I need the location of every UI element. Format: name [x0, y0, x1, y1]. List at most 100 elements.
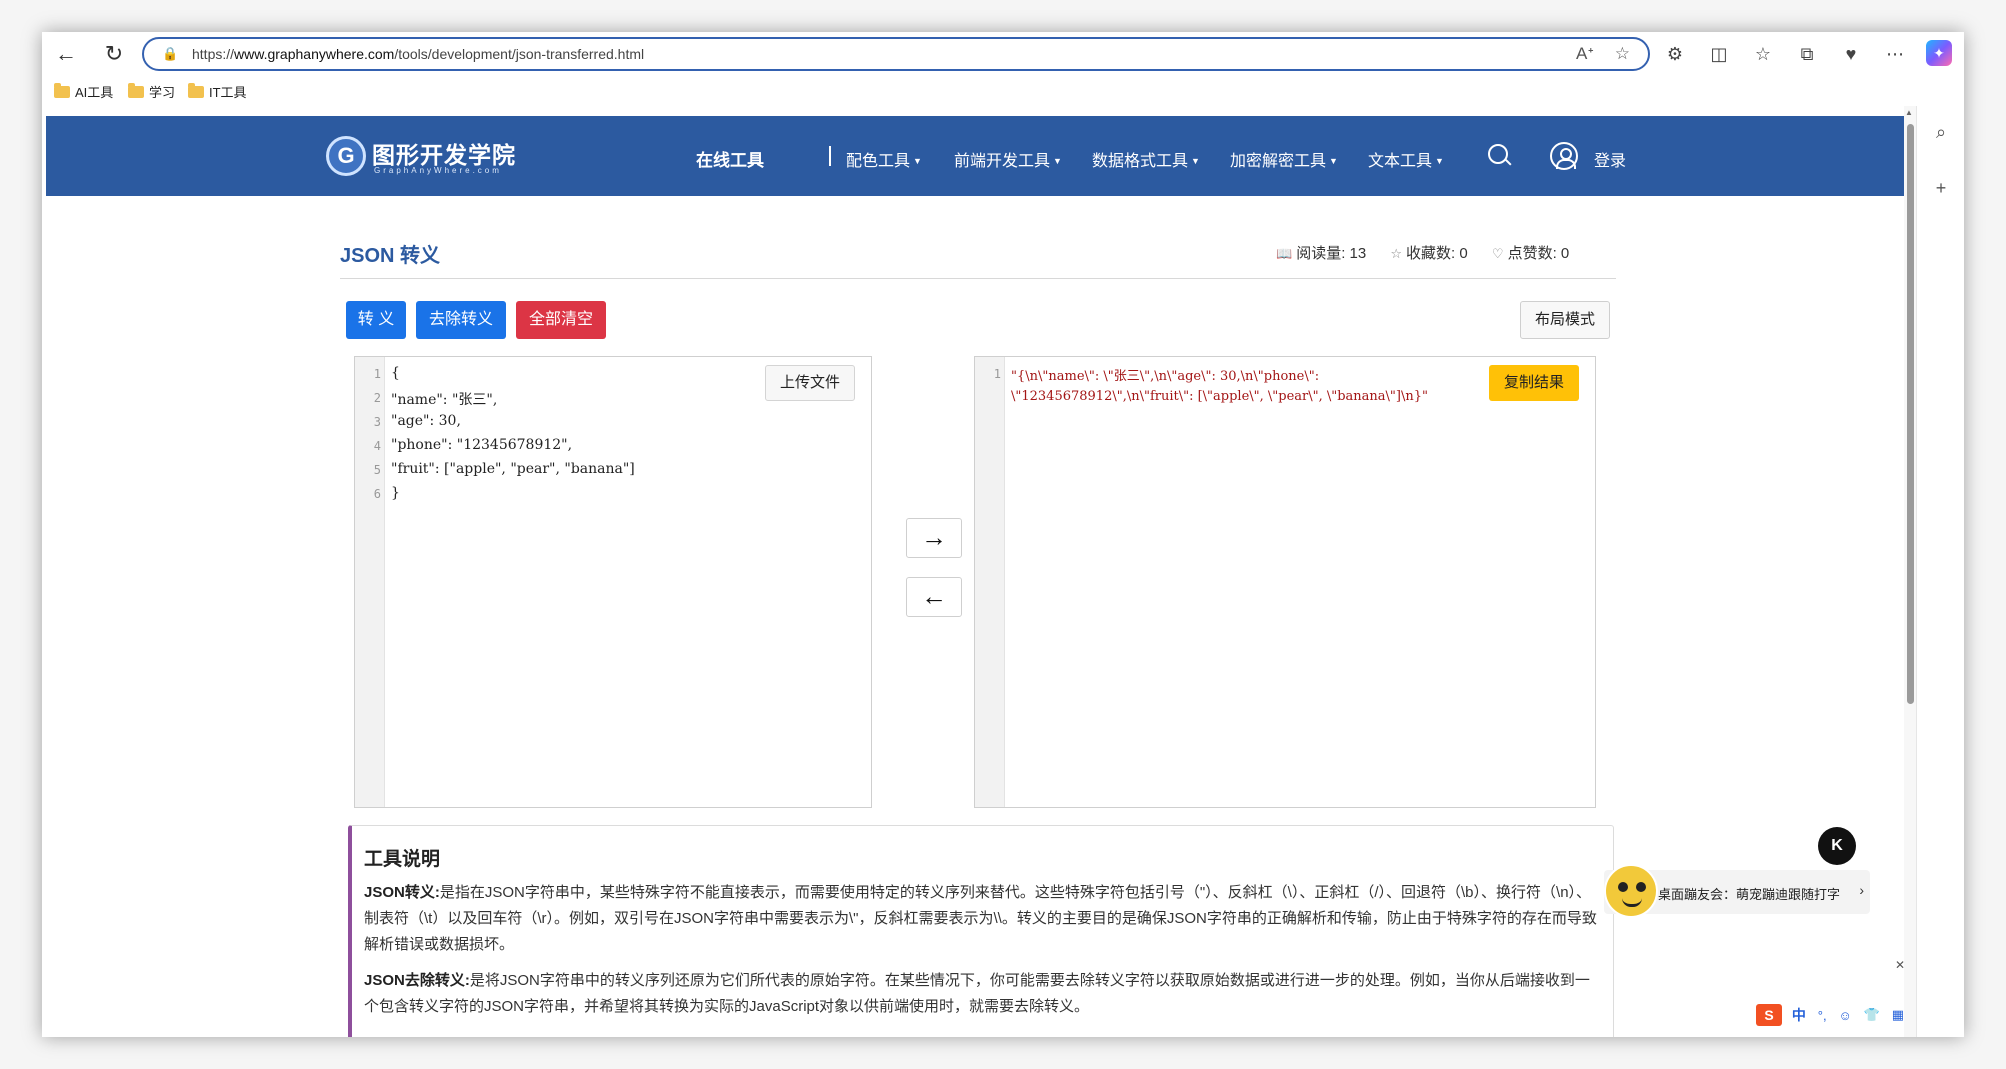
folder-icon: [54, 83, 70, 98]
code-line: "phone": "12345678912",: [391, 437, 573, 453]
clear-all-button[interactable]: 全部清空: [516, 301, 606, 339]
escape-button[interactable]: 转 义: [346, 301, 406, 339]
refresh-icon[interactable]: ↻: [100, 40, 128, 68]
toolbox-icon[interactable]: ▦: [1892, 1007, 1904, 1023]
login-link[interactable]: 登录: [1594, 147, 1626, 171]
nav-data-format-tools[interactable]: 数据格式工具 ▼: [1092, 147, 1200, 171]
bookmarks-bar: AI工具 学习 IT工具: [42, 76, 1964, 106]
views-stat: 📖 阅读量: 13: [1276, 245, 1367, 262]
scroll-up-icon[interactable]: ▲: [1905, 108, 1913, 117]
line-number-gutter: 1 2 3 4 5 6: [355, 357, 385, 807]
heart-icon: ♡: [1491, 246, 1504, 261]
site-logo-subtitle: GraphAnyWhere.com: [374, 166, 502, 175]
page-scrollbar[interactable]: ▲: [1904, 106, 1916, 1037]
extensions-icon[interactable]: ⚙: [1662, 41, 1688, 67]
page-stats: 📖 阅读量: 13 ☆ 收藏数: 0 ♡ 点赞数: 0: [1276, 242, 1589, 263]
desktop-pet-ad[interactable]: 桌面蹦友会：萌宠蹦迪跟随打字 ›: [1604, 864, 1870, 918]
skin-icon[interactable]: 👕: [1864, 1007, 1880, 1023]
sidebar-search-icon[interactable]: ⌕: [1929, 122, 1953, 143]
sidebar-add-icon[interactable]: +: [1929, 178, 1953, 199]
nav-text-tools[interactable]: 文本工具 ▼: [1368, 147, 1444, 171]
bookmark-it-tools[interactable]: IT工具: [188, 82, 247, 101]
convert-left-button[interactable]: ←: [906, 577, 962, 617]
nav-frontend-tools[interactable]: 前端开发工具 ▼: [954, 147, 1062, 171]
url-text[interactable]: https://www.graphanywhere.com/tools/deve…: [192, 46, 644, 62]
favorite-star-icon[interactable]: ☆: [1615, 44, 1630, 64]
ime-language[interactable]: 中: [1792, 1007, 1806, 1023]
upload-file-button[interactable]: 上传文件: [765, 365, 855, 401]
line-number-gutter: 1: [975, 357, 1005, 807]
copy-result-button[interactable]: 复制结果: [1489, 365, 1579, 401]
user-icon[interactable]: ☺: [1838, 1008, 1851, 1023]
bookmark-study[interactable]: 学习: [128, 82, 175, 101]
site-logo-icon[interactable]: G: [326, 136, 366, 176]
pet-avatar: [1604, 864, 1658, 918]
split-screen-icon[interactable]: ◫: [1706, 41, 1732, 67]
chevron-down-icon: ▼: [1435, 156, 1444, 166]
title-divider: [340, 278, 1616, 279]
search-icon[interactable]: [1486, 142, 1512, 168]
close-icon[interactable]: ✕: [1895, 958, 1905, 972]
folder-icon: [188, 83, 204, 98]
code-line: "age": 30,: [391, 413, 461, 429]
browser-sidebar: ⌕ +: [1916, 106, 1964, 1037]
layout-mode-button[interactable]: 布局模式: [1520, 301, 1610, 339]
copilot-icon[interactable]: ✦: [1926, 40, 1952, 66]
collections-icon[interactable]: ⧉: [1794, 41, 1820, 67]
chevron-down-icon: ▼: [913, 156, 922, 166]
ad-text: 桌面蹦友会：萌宠蹦迪跟随打字: [1658, 887, 1841, 902]
sogou-logo-icon: S: [1756, 1004, 1782, 1026]
code-line: {: [391, 365, 400, 381]
output-editor[interactable]: 1 "{\n\"name\": \"张三\",\n\"age\": 30,\n\…: [974, 356, 1596, 808]
scrollbar-thumb[interactable]: [1907, 124, 1914, 704]
unescape-button[interactable]: 去除转义: [416, 301, 506, 339]
line-number: 2: [373, 391, 381, 405]
chevron-down-icon: ▼: [1191, 156, 1200, 166]
user-icon[interactable]: [1550, 142, 1578, 170]
description-heading: 工具说明: [364, 849, 441, 870]
line-number: 5: [373, 463, 381, 477]
site-header: G 图形开发学院 GraphAnyWhere.com 在线工具 配色工具 ▼ 前端…: [46, 116, 1904, 196]
nav-crypto-tools[interactable]: 加密解密工具 ▼: [1230, 147, 1338, 171]
read-aloud-icon[interactable]: Aᐩ: [1576, 44, 1594, 64]
lock-icon: 🔒: [162, 46, 179, 61]
line-number: 6: [373, 487, 381, 501]
tool-description: 工具说明 JSON转义:是指在JSON字符串中，某些特殊字符不能直接表示，而需要…: [348, 825, 1614, 1037]
line-number: 3: [373, 415, 381, 429]
address-bar[interactable]: 🔒 https://www.graphanywhere.com/tools/de…: [142, 37, 1650, 71]
input-editor[interactable]: 1 2 3 4 5 6 { "name": "张三", "age": 30, "…: [354, 356, 872, 808]
site-logo-title[interactable]: 图形开发学院: [372, 136, 516, 170]
star-icon: ☆: [1390, 246, 1403, 261]
chevron-down-icon: ▼: [1329, 156, 1338, 166]
browser-essentials-icon[interactable]: ♥: [1838, 41, 1864, 67]
ime-toolbar[interactable]: S 中 °, ☺ 👕 ▦: [1756, 1004, 1904, 1030]
nav-divider: [829, 146, 831, 166]
code-line: "name": "张三",: [391, 392, 498, 408]
help-badge[interactable]: K: [1818, 827, 1856, 865]
convert-right-button[interactable]: →: [906, 518, 962, 558]
punctuation-icon[interactable]: °,: [1818, 1008, 1827, 1023]
line-number: 1: [993, 367, 1001, 381]
more-menu-icon[interactable]: ⋯: [1882, 41, 1908, 67]
line-number: 1: [373, 367, 381, 381]
page-title: JSON 转义: [340, 245, 441, 267]
chevron-right-icon[interactable]: ›: [1859, 882, 1864, 898]
nav-color-tools[interactable]: 配色工具 ▼: [846, 147, 922, 171]
description-escape-paragraph: JSON转义:是指在JSON字符串中，某些特殊字符不能直接表示，而需要使用特定的…: [364, 884, 1597, 953]
likes-stat[interactable]: ♡ 点赞数: 0: [1492, 245, 1569, 262]
chevron-down-icon: ▼: [1053, 156, 1062, 166]
code-line: }: [391, 485, 400, 501]
favorites-stat[interactable]: ☆ 收藏数: 0: [1390, 245, 1467, 262]
favorites-icon[interactable]: ☆: [1750, 41, 1776, 67]
book-icon: 📖: [1276, 246, 1293, 261]
code-line: "fruit": ["apple", "pear", "banana"]: [391, 461, 635, 477]
browser-toolbar: ← ↻ 🔒 https://www.graphanywhere.com/tool…: [42, 32, 1964, 76]
result-line: "{\n\"name\": \"张三\",\n\"age\": 30,\n\"p…: [1011, 369, 1320, 384]
line-number: 4: [373, 439, 381, 453]
back-icon[interactable]: ←: [52, 40, 80, 68]
nav-online-tools[interactable]: 在线工具: [696, 146, 764, 171]
result-line: \"12345678912\",\n\"fruit\": [\"apple\",…: [1011, 389, 1428, 404]
description-unescape-paragraph: JSON去除转义:是将JSON字符串中的转义序列还原为它们所代表的原始字符。在某…: [364, 972, 1590, 1015]
folder-icon: [128, 83, 144, 98]
bookmark-ai-tools[interactable]: AI工具: [54, 82, 113, 101]
